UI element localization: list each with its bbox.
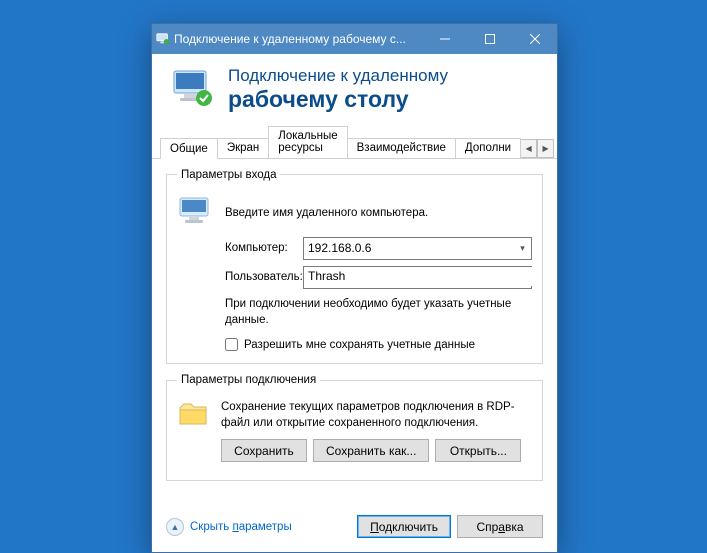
rdp-icon xyxy=(152,32,174,46)
tab-strip: Общие Экран Локальные ресурсы Взаимодейс… xyxy=(152,126,557,159)
user-textbox[interactable] xyxy=(303,266,532,289)
tab-local-resources[interactable]: Локальные ресурсы xyxy=(268,126,347,158)
computer-input[interactable] xyxy=(304,239,514,258)
dialog-window: Подключение к удаленному рабочему с... П… xyxy=(151,23,558,553)
dialog-body: Параметры входа Введите имя удаленного к… xyxy=(152,159,557,505)
help-button[interactable]: Справка xyxy=(457,515,543,538)
header-line1: Подключение к удаленному xyxy=(228,66,448,86)
remember-label: Разрешить мне сохранять учетные данные xyxy=(244,339,475,351)
tab-general[interactable]: Общие xyxy=(160,138,218,159)
titlebar[interactable]: Подключение к удаленному рабочему с... xyxy=(152,24,557,54)
login-instruction: Введите имя удаленного компьютера. xyxy=(225,207,428,219)
folder-icon xyxy=(177,400,211,430)
tab-advanced[interactable]: Дополни xyxy=(455,138,521,158)
tab-experience[interactable]: Взаимодействие xyxy=(347,138,456,158)
save-button[interactable]: Сохранить xyxy=(221,439,307,462)
connect-button[interactable]: Подключить xyxy=(357,515,451,538)
connection-group: Параметры подключения Сохранение текущих… xyxy=(166,374,543,481)
login-legend: Параметры входа xyxy=(177,169,280,181)
window-title: Подключение к удаленному рабочему с... xyxy=(174,32,422,46)
remember-checkbox[interactable] xyxy=(225,338,238,351)
connection-legend: Параметры подключения xyxy=(177,374,320,386)
chevron-down-icon[interactable]: ▾ xyxy=(514,238,531,259)
maximize-button[interactable] xyxy=(467,24,512,54)
chevron-up-icon: ▲ xyxy=(166,518,184,536)
login-group: Параметры входа Введите имя удаленного к… xyxy=(166,169,543,364)
dialog-footer: ▲ Скрыть параметры Подключить Справка xyxy=(152,505,557,552)
dialog-header: Подключение к удаленному рабочему столу xyxy=(152,54,557,126)
hide-options-link[interactable]: ▲ Скрыть параметры xyxy=(166,518,292,536)
computer-combo[interactable]: ▾ xyxy=(303,237,532,260)
rdp-large-icon xyxy=(170,68,216,110)
save-as-button[interactable]: Сохранить как... xyxy=(313,439,429,462)
credentials-note: При подключении необходимо будет указать… xyxy=(225,297,532,328)
computer-icon xyxy=(177,195,217,231)
close-button[interactable] xyxy=(512,24,557,54)
minimize-button[interactable] xyxy=(422,24,467,54)
connection-text: Сохранение текущих параметров подключени… xyxy=(221,400,532,431)
computer-label: Компьютер: xyxy=(225,242,303,254)
open-button[interactable]: Открыть... xyxy=(435,439,521,462)
header-line2: рабочему столу xyxy=(228,86,448,112)
tab-scroll-left[interactable]: ◀ xyxy=(520,139,537,158)
user-input[interactable] xyxy=(304,267,539,286)
tab-scroll-right[interactable]: ▶ xyxy=(537,139,554,158)
tab-display[interactable]: Экран xyxy=(217,138,269,158)
user-label: Пользователь: xyxy=(225,271,303,283)
